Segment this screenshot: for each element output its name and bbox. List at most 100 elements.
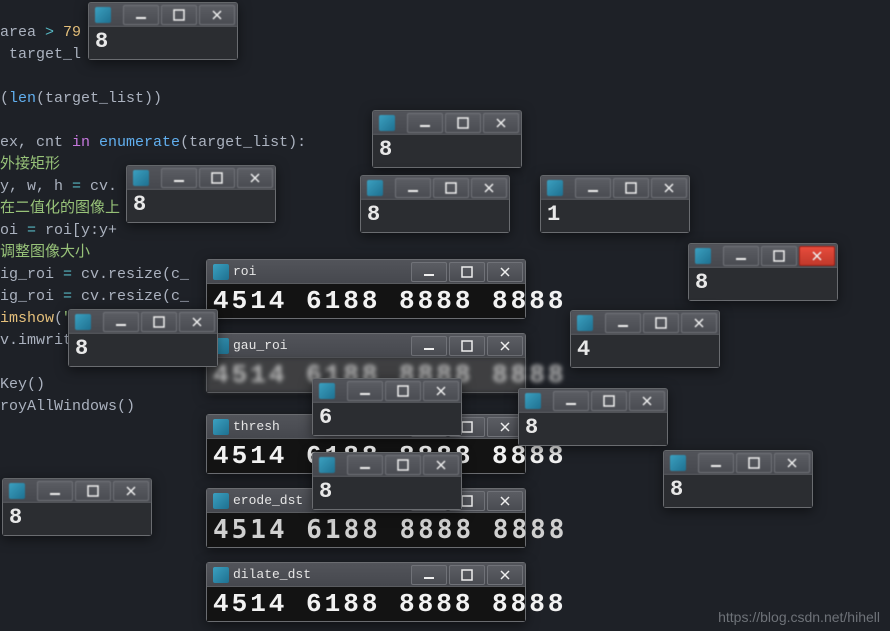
window-titlebar[interactable] <box>664 451 812 475</box>
window-titlebar[interactable] <box>89 3 237 27</box>
maximize-button[interactable] <box>141 312 177 332</box>
minimize-button[interactable] <box>407 113 443 133</box>
window-titlebar[interactable] <box>373 111 521 135</box>
maximize-button[interactable] <box>736 453 772 473</box>
cv-window-digit[interactable]: 8 <box>312 452 462 510</box>
cv-window-digit[interactable]: 8 <box>518 388 668 446</box>
close-button[interactable] <box>487 262 523 282</box>
card-number-image: 4514 6188 8888 8888 <box>207 284 525 318</box>
close-button[interactable] <box>199 5 235 25</box>
window-titlebar[interactable] <box>313 379 461 403</box>
cv-window-row[interactable]: roi 4514 6188 8888 8888 <box>206 259 526 319</box>
window-content: 8 <box>69 334 217 366</box>
minimize-button[interactable] <box>161 168 197 188</box>
close-button[interactable] <box>237 168 273 188</box>
minimize-button[interactable] <box>37 481 73 501</box>
code-token: cv. <box>90 178 117 195</box>
cv-window-digit[interactable]: 1 <box>540 175 690 233</box>
minimize-button[interactable] <box>103 312 139 332</box>
cv-window-digit[interactable]: 6 <box>312 378 462 436</box>
minimize-button[interactable] <box>553 391 589 411</box>
maximize-button[interactable] <box>449 262 485 282</box>
maximize-button[interactable] <box>161 5 197 25</box>
opencv-icon <box>75 314 91 330</box>
window-titlebar[interactable] <box>3 479 151 503</box>
code-token: , cnt <box>18 134 72 151</box>
window-titlebar[interactable] <box>541 176 689 200</box>
opencv-icon <box>319 457 335 473</box>
window-titlebar[interactable]: roi <box>207 260 525 284</box>
minimize-button[interactable] <box>347 455 383 475</box>
maximize-button[interactable] <box>643 313 679 333</box>
cv-window-row[interactable]: dilate_dst 4514 6188 8888 8888 <box>206 562 526 622</box>
minimize-button[interactable] <box>411 336 447 356</box>
window-content: 1 <box>541 200 689 232</box>
window-titlebar[interactable]: gau_roi <box>207 334 525 358</box>
maximize-button[interactable] <box>591 391 627 411</box>
cv-window-digit[interactable]: 8 <box>68 309 218 367</box>
window-title: dilate_dst <box>233 567 411 582</box>
window-titlebar[interactable]: dilate_dst <box>207 563 525 587</box>
window-titlebar[interactable] <box>313 453 461 477</box>
maximize-button[interactable] <box>433 178 469 198</box>
window-buttons <box>723 244 837 268</box>
minimize-button[interactable] <box>411 565 447 585</box>
digit-image: 8 <box>670 477 806 502</box>
close-button[interactable] <box>487 565 523 585</box>
minimize-button[interactable] <box>347 381 383 401</box>
maximize-button[interactable] <box>75 481 111 501</box>
maximize-button[interactable] <box>449 336 485 356</box>
maximize-button[interactable] <box>761 246 797 266</box>
close-button[interactable] <box>774 453 810 473</box>
minimize-button[interactable] <box>605 313 641 333</box>
cv-window-digit[interactable]: 4 <box>570 310 720 368</box>
code-token: > <box>45 24 63 41</box>
maximize-button[interactable] <box>613 178 649 198</box>
cv-window-digit[interactable]: 8 <box>2 478 152 536</box>
window-titlebar[interactable] <box>127 166 275 190</box>
opencv-icon <box>133 170 149 186</box>
cv-window-digit[interactable]: 8 <box>88 2 238 60</box>
code-token: cv.resize(c_ <box>81 266 189 283</box>
maximize-button[interactable] <box>449 565 485 585</box>
cv-window-digit[interactable]: 8 <box>360 175 510 233</box>
close-button[interactable] <box>487 491 523 511</box>
minimize-button[interactable] <box>395 178 431 198</box>
cv-window-digit[interactable]: 8 <box>126 165 276 223</box>
minimize-button[interactable] <box>411 262 447 282</box>
maximize-button[interactable] <box>385 455 421 475</box>
cv-window-digit[interactable]: 8 <box>688 243 838 301</box>
close-button[interactable] <box>113 481 149 501</box>
cv-window-digit[interactable]: 8 <box>663 450 813 508</box>
close-button[interactable] <box>423 455 459 475</box>
window-titlebar[interactable] <box>689 244 837 268</box>
close-button[interactable] <box>471 178 507 198</box>
code-token: (target_list)) <box>36 90 162 107</box>
minimize-button[interactable] <box>723 246 759 266</box>
window-titlebar[interactable] <box>69 310 217 334</box>
close-button[interactable] <box>179 312 215 332</box>
close-button[interactable] <box>651 178 687 198</box>
close-button[interactable] <box>487 336 523 356</box>
close-button[interactable] <box>483 113 519 133</box>
minimize-button[interactable] <box>575 178 611 198</box>
minimize-button[interactable] <box>698 453 734 473</box>
window-titlebar[interactable] <box>571 311 719 335</box>
code-token: enumerate <box>90 134 180 151</box>
opencv-icon <box>367 180 383 196</box>
maximize-button[interactable] <box>199 168 235 188</box>
window-titlebar[interactable] <box>519 389 667 413</box>
window-buttons <box>698 451 812 475</box>
window-titlebar[interactable] <box>361 176 509 200</box>
minimize-button[interactable] <box>123 5 159 25</box>
code-comment: 外接矩形 <box>0 156 60 173</box>
maximize-button[interactable] <box>385 381 421 401</box>
maximize-button[interactable] <box>445 113 481 133</box>
code-token: area <box>0 24 45 41</box>
digit-image: 1 <box>547 202 683 227</box>
close-button[interactable] <box>681 313 717 333</box>
cv-window-digit[interactable]: 8 <box>372 110 522 168</box>
close-button[interactable] <box>629 391 665 411</box>
close-button[interactable] <box>423 381 459 401</box>
close-button[interactable] <box>799 246 835 266</box>
